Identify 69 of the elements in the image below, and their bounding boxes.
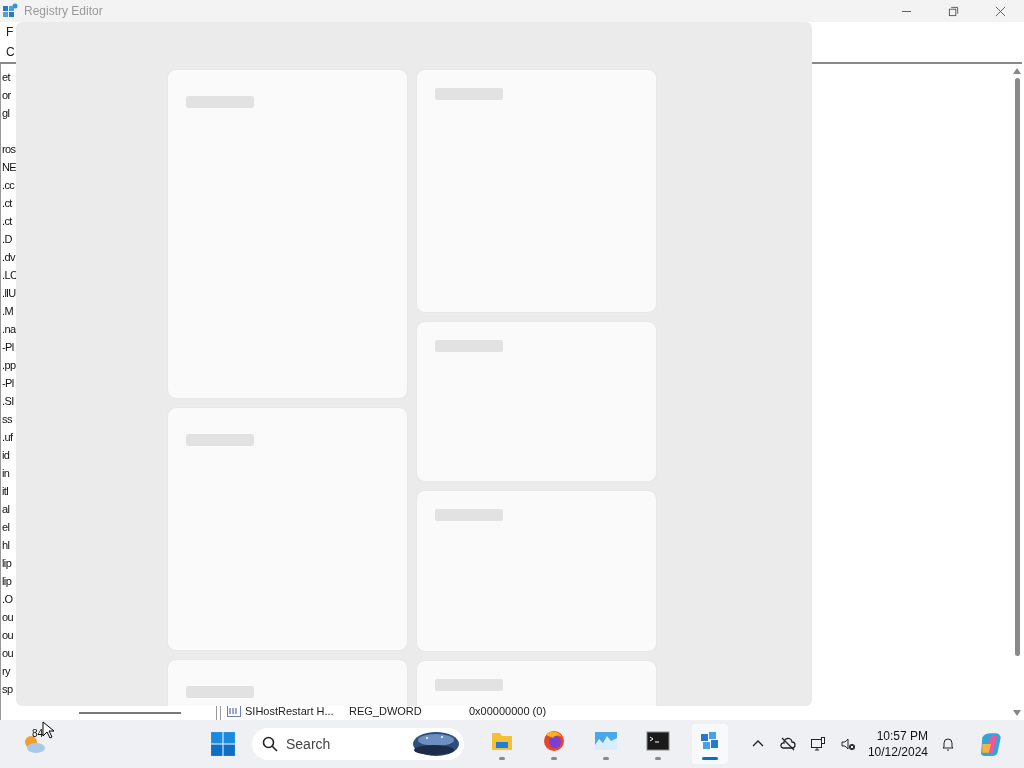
tree-item[interactable]: .ct [1,212,12,230]
tree-item[interactable]: .M [1,302,14,320]
close-icon[interactable] [995,5,1006,17]
tree-item[interactable]: .llU [1,284,16,302]
tree-item[interactable]: .cc [1,176,15,194]
scrollbar-thumb[interactable] [1014,78,1020,656]
speaker-muted-icon[interactable] [839,736,856,752]
tree-item[interactable]: .dv [1,248,15,266]
tree-item[interactable]: .ct [1,194,12,212]
temperature: 84 [32,728,44,739]
tree-item[interactable]: ou [1,644,14,662]
tree-item[interactable]: .uf [1,428,13,446]
window-title: Registry Editor [24,4,103,18]
clock-time[interactable]: 10:57 PM [876,728,928,744]
loading-placeholder [435,340,503,352]
loading-placeholder [435,88,503,100]
loading-placeholder [435,509,503,521]
start-icon[interactable] [210,731,236,757]
loading-placeholder [186,434,254,446]
tree-item[interactable]: ou [1,608,14,626]
tree-item[interactable]: ros [1,140,16,158]
running-indicator [603,756,609,760]
tree-item[interactable]: al [1,500,10,518]
copilot-icon[interactable] [978,731,1004,757]
tree-item[interactable]: ss [1,410,12,428]
search-icon [262,736,278,752]
scroll-up-icon[interactable] [1013,68,1021,74]
tree-item[interactable]: .D [1,230,12,248]
tree-item[interactable]: hl [1,536,10,554]
running-indicator [655,756,661,760]
loading-placeholder [435,679,503,691]
cloud-off-icon[interactable] [779,736,796,752]
tree-item[interactable]: -Pl [1,374,14,392]
tree-item[interactable]: el [1,518,10,536]
tree-item[interactable]: NE [1,158,17,176]
tree-item[interactable]: lip [1,572,12,590]
tree-item[interactable]: id [1,446,10,464]
tree-item[interactable]: .pp [1,356,16,374]
bell-icon[interactable] [940,736,956,752]
browser-icon [542,728,566,753]
terminal-icon [646,728,670,753]
running-indicator [499,756,505,760]
value-data: 0x00000000 (0) [469,705,548,717]
running-indicator [551,756,557,760]
scroll-down-icon[interactable] [1013,710,1021,716]
tree-item[interactable]: .SI [1,392,14,410]
tree-item[interactable]: sp [1,680,13,698]
tree-item[interactable]: ou [1,626,14,644]
registry-icon [2,3,18,19]
network-icon[interactable] [809,736,826,752]
scrollbar-thumb[interactable] [79,712,181,714]
value-name[interactable]: SIHostRestart H... [245,705,349,717]
clock-date[interactable]: 10/12/2024 [867,744,928,760]
tree-item[interactable]: itl [1,482,9,500]
loading-placeholder [186,686,254,698]
tree-item[interactable]: ry [1,662,10,680]
menu-item[interactable]: F [6,25,14,39]
running-indicator [702,756,718,760]
tree-item[interactable]: gl [1,104,10,122]
value-type: REG_DWORD [349,705,423,717]
restore-icon[interactable] [948,5,959,17]
tree-item[interactable]: or [1,86,11,104]
tree-item[interactable]: .O [1,590,13,608]
loading-placeholder [186,96,254,108]
tree-item[interactable]: lip [1,554,12,572]
tree-item[interactable]: in [1,464,10,482]
tree-item[interactable]: -Pl [1,338,14,356]
tree-item[interactable]: .na [1,320,16,338]
tree-item[interactable]: et [1,68,10,86]
